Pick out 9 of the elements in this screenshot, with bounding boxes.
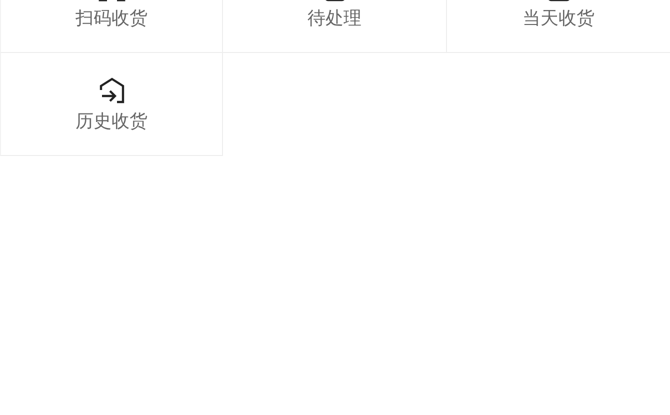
menu-tile[interactable]: 当天收货 xyxy=(447,0,670,53)
menu-label: 待处理 xyxy=(308,8,362,30)
menu-label: 当天收货 xyxy=(522,8,594,30)
menu-tile[interactable]: 历史收货 xyxy=(0,53,223,156)
menu-tile[interactable]: 待处理 xyxy=(223,0,447,53)
menu-label: 扫码收货 xyxy=(76,8,148,30)
menu-tile[interactable]: 扫码收货 xyxy=(0,0,223,53)
menu-label: 历史收货 xyxy=(76,111,148,133)
house-arrow-icon xyxy=(98,77,126,105)
